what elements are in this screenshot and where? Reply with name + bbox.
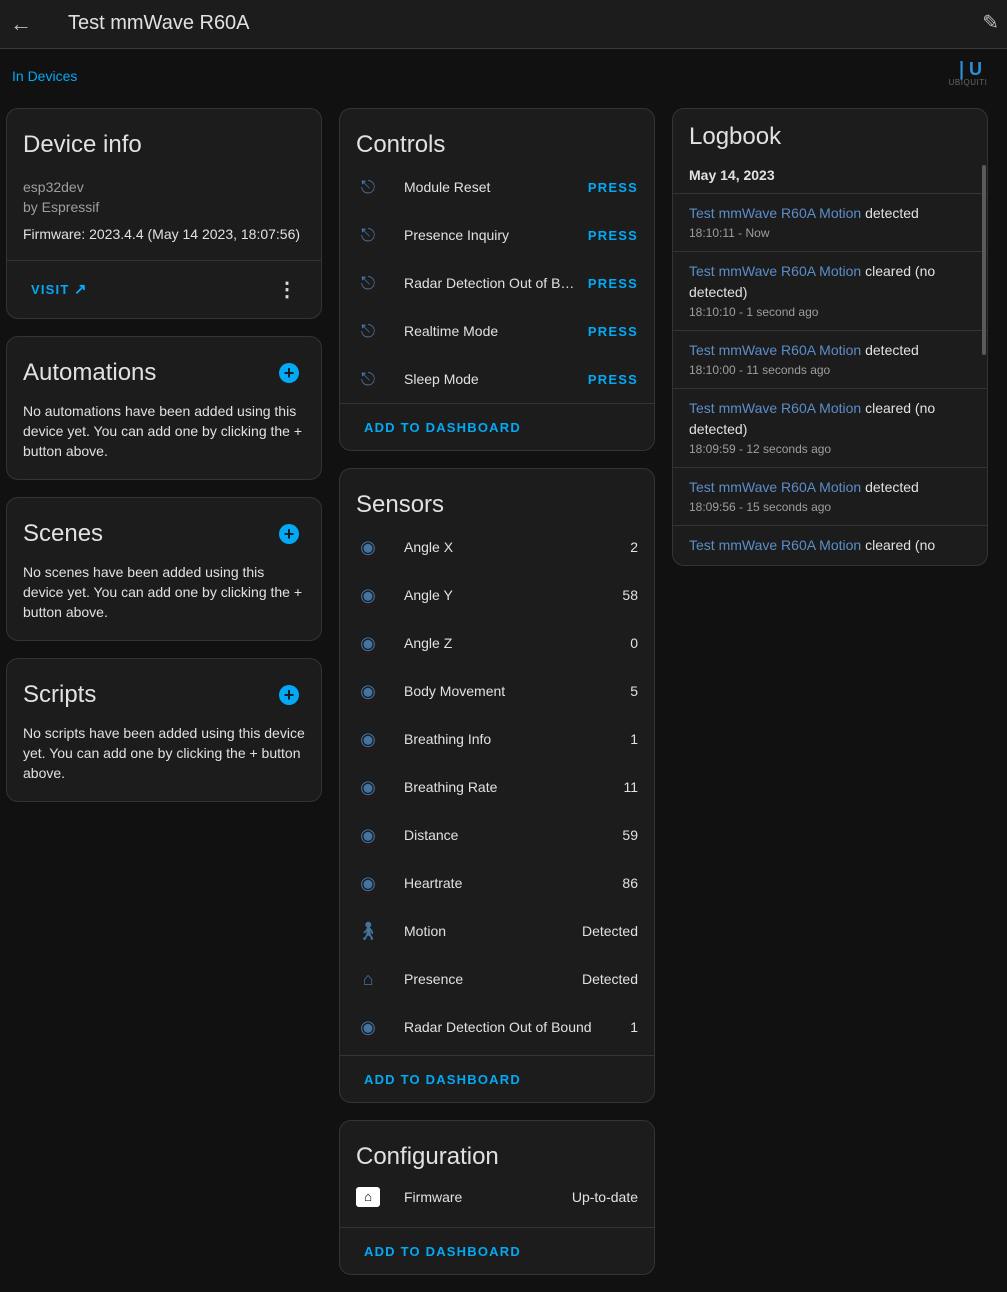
sensor-row[interactable]: ◉ Breathing Rate 11: [340, 763, 654, 811]
log-time: 18:09:59 - 12 seconds ago: [689, 442, 832, 456]
add-script-button[interactable]: +: [279, 685, 299, 705]
log-entry: Test mmWave R60A Motion cleared (no dete…: [673, 389, 987, 468]
visit-button[interactable]: VISIT ↗: [31, 280, 88, 299]
log-entry: Test mmWave R60A Motion detected 18:09:56…: [673, 468, 987, 526]
open-in-new-icon: ↗: [73, 281, 88, 298]
card-title: Device info: [23, 131, 142, 158]
empty-text: No automations have been added using thi…: [23, 403, 303, 459]
scrollbar[interactable]: [982, 165, 986, 355]
press-button[interactable]: PRESS: [588, 324, 638, 339]
log-entity-link[interactable]: Test mmWave R60A Motion: [689, 342, 861, 358]
eye-icon: ◉: [360, 872, 376, 893]
log-entity-link[interactable]: Test mmWave R60A Motion: [689, 205, 861, 221]
log-time: 18:10:10 - 1 second ago: [689, 305, 819, 319]
sensor-row[interactable]: ⌂ Presence Detected: [340, 955, 654, 1003]
eye-icon: ◉: [360, 1016, 376, 1037]
control-row: ⎋ Radar Detection Out of Bound PRESS: [340, 259, 654, 307]
card-title: Automations: [23, 359, 157, 386]
top-bar: ← Test mmWave R60A ✎: [0, 0, 1007, 49]
eye-icon: ◉: [360, 728, 376, 749]
sensor-row[interactable]: ◉ Angle X2: [340, 523, 654, 571]
eye-icon: ◉: [360, 680, 376, 701]
log-entry: Test mmWave R60A Motion detected 18:10:11…: [673, 194, 987, 252]
sensor-row[interactable]: ◉ Distance 59: [340, 811, 654, 859]
device-manufacturer: by Espressif: [23, 199, 100, 215]
empty-text: No scenes have been added using this dev…: [23, 564, 303, 620]
device-info-card: Device info esp32dev by Espressif Firmwa…: [6, 108, 322, 319]
scripts-card: Scripts + No scripts have been added usin…: [6, 658, 322, 802]
add-scene-button[interactable]: +: [279, 524, 299, 544]
add-to-dashboard-button[interactable]: ADD TO DASHBOARD: [364, 1072, 521, 1087]
sensor-row[interactable]: ◉ Breathing Info 1: [340, 715, 654, 763]
eye-icon: ◉: [360, 584, 376, 605]
card-title: Scripts: [23, 681, 97, 708]
automations-card: Automations + No automations have been ad…: [6, 336, 322, 480]
press-button[interactable]: PRESS: [588, 228, 638, 243]
control-row: ⎋ Sleep Mode PRESS: [340, 355, 654, 403]
eye-icon: ◉: [360, 776, 376, 797]
page-title: Test mmWave R60A: [68, 12, 250, 34]
card-title: Controls: [356, 131, 446, 158]
log-entity-link[interactable]: Test mmWave R60A Motion: [689, 400, 861, 416]
log-entry: Test mmWave R60A Motion cleared (no dete…: [673, 252, 987, 331]
log-entity-link[interactable]: Test mmWave R60A Motion: [689, 537, 861, 553]
card-title: Sensors: [356, 491, 445, 518]
log-time: 18:10:11 - Now: [689, 226, 770, 240]
press-button[interactable]: PRESS: [588, 372, 638, 387]
card-title: Scenes: [23, 520, 104, 547]
control-row: ⎋ Realtime Mode PRESS: [340, 307, 654, 355]
config-row-firmware[interactable]: ⌂ Firmware Up-to-date: [340, 1173, 654, 1221]
power-icon: ⎋: [360, 272, 376, 293]
device-firmware: Firmware: 2023.4.4 (May 14 2023, 18:07:5…: [23, 226, 301, 242]
eye-icon: ◉: [360, 536, 376, 557]
sensor-row[interactable]: ◉ Angle Z0: [340, 619, 654, 667]
sensors-card: Sensors ◉ Angle X 2 ◉ Angle Y 58 ◉ Angle Z 0 ◉ Bod…: [339, 468, 655, 1103]
control-row: ⎋ Presence Inquiry PRESS: [340, 211, 654, 259]
eye-icon: ◉: [360, 824, 376, 845]
add-to-dashboard-button[interactable]: ADD TO DASHBOARD: [364, 420, 521, 435]
log-entity-link[interactable]: Test mmWave R60A Motion: [689, 479, 861, 495]
firmware-chip-icon: ⌂: [356, 1187, 380, 1207]
press-button[interactable]: PRESS: [588, 276, 638, 291]
empty-text: No scripts have been added using this de…: [23, 725, 305, 781]
sensor-row[interactable]: ◉ Body Movement 5: [340, 667, 654, 715]
power-icon: ⎋: [360, 176, 376, 197]
sensor-row[interactable]: ◉ Radar Detection Out of Bound 1: [340, 1003, 654, 1051]
breadcrumb-devices[interactable]: In Devices: [12, 68, 77, 84]
log-time: 18:09:56 - 15 seconds ago: [689, 500, 832, 514]
motion-sensor-icon: 🚶︎: [356, 920, 380, 941]
pencil-icon[interactable]: ✎: [982, 10, 999, 35]
home-icon: ⌂: [362, 968, 374, 989]
arrow-left-icon[interactable]: ←: [10, 11, 32, 37]
more-options-icon[interactable]: ⋮: [277, 277, 297, 302]
press-button[interactable]: PRESS: [588, 180, 638, 195]
scenes-card: Scenes + No scenes have been added using …: [6, 497, 322, 641]
card-title: Logbook: [689, 123, 782, 150]
sensor-row[interactable]: 🚶︎ Motion Detected: [340, 907, 654, 955]
log-entry: Test mmWave R60A Motion detected 18:10:00…: [673, 331, 987, 389]
card-title: Configuration: [356, 1143, 499, 1170]
log-entry: Test mmWave R60A Motion cleared (no: [673, 526, 987, 565]
logbook-card: Logbook May 14, 2023 Test mmWave R60A Mo…: [672, 108, 988, 566]
sensor-row[interactable]: ◉ Heartrate 86: [340, 859, 654, 907]
log-time: 18:10:00 - 11 seconds ago: [689, 363, 831, 377]
control-row: ⎋ Module Reset PRESS: [340, 163, 654, 211]
log-entity-link[interactable]: Test mmWave R60A Motion: [689, 263, 861, 279]
configuration-card: Configuration ⌂ Firmware Up-to-date ADD …: [339, 1120, 655, 1275]
add-to-dashboard-button[interactable]: ADD TO DASHBOARD: [364, 1244, 521, 1259]
logbook-date: May 14, 2023: [673, 151, 987, 194]
power-icon: ⎋: [360, 368, 376, 389]
controls-card: Controls ⎋ Module Reset PRESS ⎋ Presence Inq…: [339, 108, 655, 451]
brand-logo: ❘U UBIQUITI: [948, 59, 988, 87]
sensor-row[interactable]: ◉ Angle Y 58: [340, 571, 654, 619]
power-icon: ⎋: [360, 224, 376, 245]
eye-icon: ◉: [360, 632, 376, 653]
power-icon: ⎋: [360, 320, 376, 341]
add-automation-button[interactable]: +: [279, 363, 299, 383]
device-model: esp32dev: [23, 179, 84, 195]
